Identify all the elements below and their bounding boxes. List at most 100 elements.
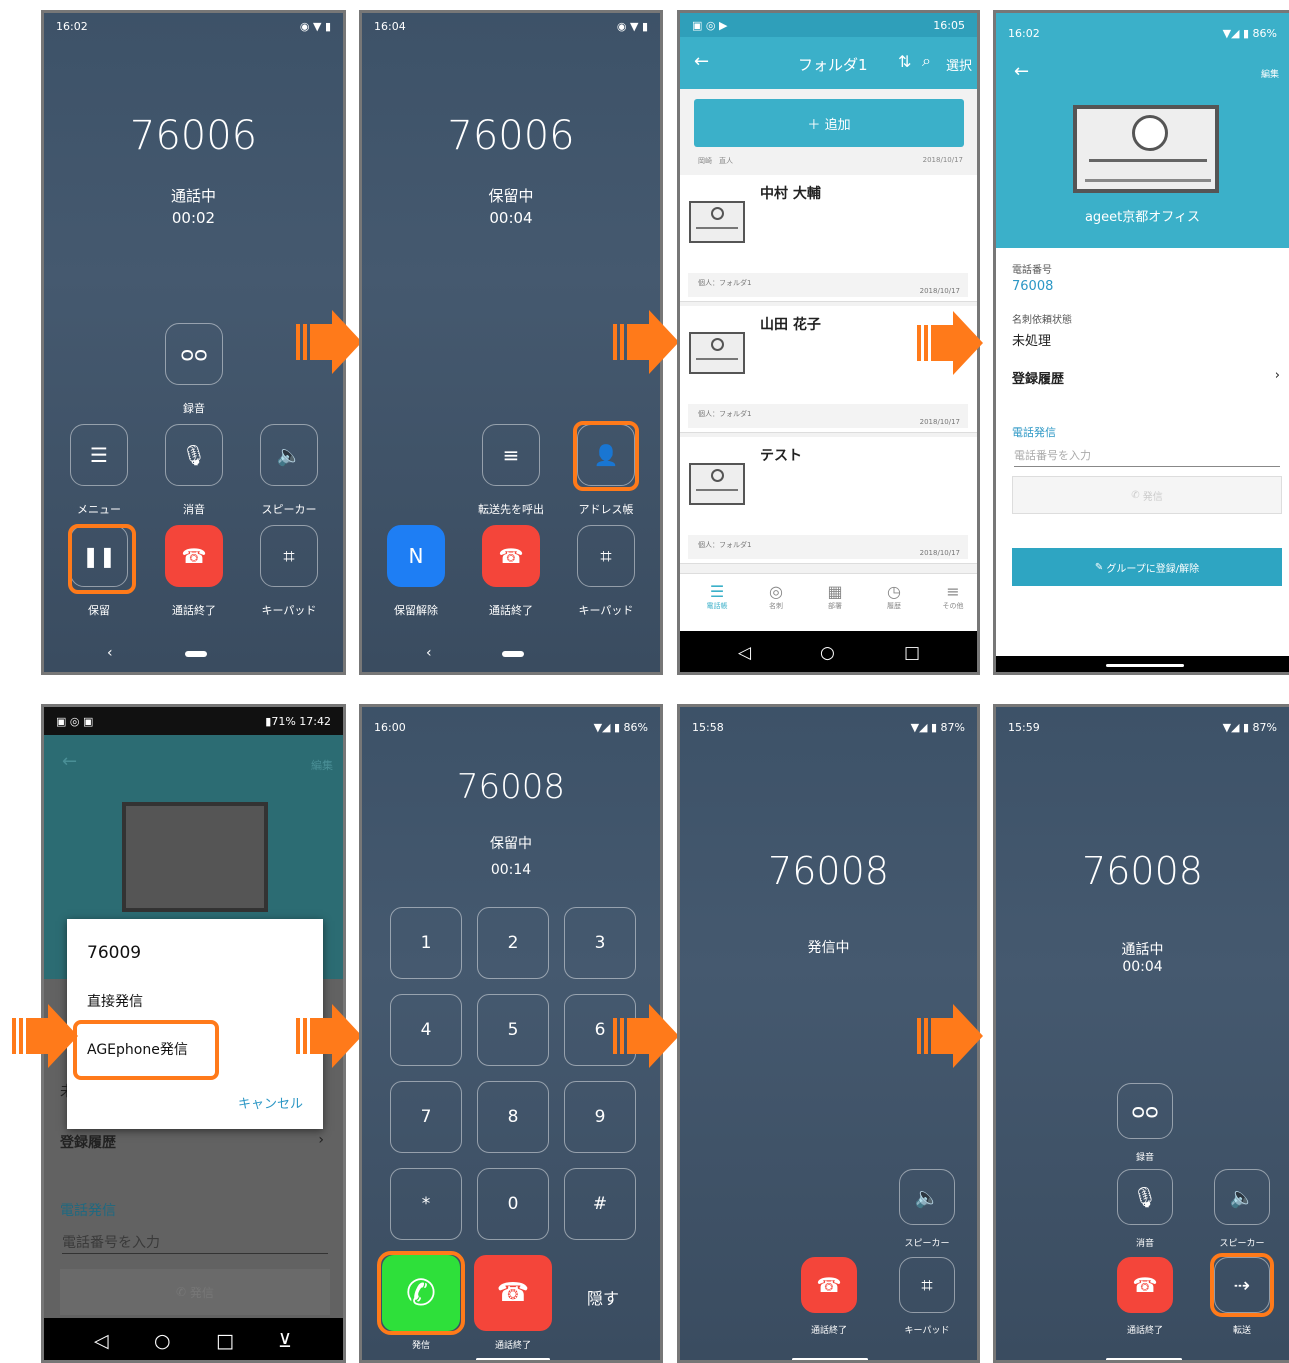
direct-call-option[interactable]: 直接発信 (87, 991, 143, 1011)
hangup-icon: ☎ (496, 1278, 530, 1308)
end-call-button[interactable]: ☎ (165, 525, 223, 587)
home-pill[interactable] (476, 1358, 550, 1360)
bottom-tabs: ☰ 電話帳 ◎ 名刺 ▦ 部署 ◷ 履歴 ≡ その他 (680, 573, 977, 631)
back-nav-icon[interactable]: ‹ (107, 645, 113, 661)
unhold-button[interactable]: N (387, 525, 445, 587)
mute-label: 消音 (183, 503, 205, 516)
nav-recent-icon[interactable]: □ (216, 1330, 234, 1352)
dial-key[interactable]: 2 (477, 907, 549, 979)
phone-input[interactable]: 電話番号を入力 (62, 1232, 328, 1254)
tab-0[interactable]: ☰ 電話帳 (692, 582, 742, 611)
back-arrow-icon[interactable]: ← (1014, 61, 1029, 82)
home-pill[interactable] (1106, 664, 1184, 667)
home-pill[interactable] (185, 651, 207, 657)
dial-key[interactable]: 0 (477, 1168, 549, 1240)
nav-home-icon[interactable]: ○ (154, 1330, 171, 1352)
nav-recent-icon[interactable]: □ (904, 643, 920, 663)
mute-button[interactable]: 🎙 (165, 424, 223, 486)
phone-label: 電話番号 (1012, 265, 1052, 276)
nav-back-icon[interactable]: ◁ (738, 643, 751, 663)
select-button[interactable]: 選択 (946, 55, 972, 74)
hold-label: 保留 (88, 604, 110, 617)
speaker-button[interactable]: 🔈 (1214, 1169, 1270, 1225)
call-number: 76008 (456, 767, 566, 807)
dial-key[interactable]: 8 (477, 1081, 549, 1153)
back-arrow-icon[interactable]: ← (694, 51, 709, 72)
dial-key[interactable]: # (564, 1168, 636, 1240)
speaker-icon: 🔈 (914, 1185, 940, 1209)
call-status: 保留中 (488, 187, 534, 205)
business-card-icon (1073, 105, 1219, 193)
record-button[interactable]: ᴑᴑ (165, 323, 223, 385)
phone-input[interactable]: 電話番号を入力 (1014, 447, 1280, 467)
flow-arrow-icon (296, 310, 362, 374)
speaker-button[interactable]: 🔈 (899, 1169, 955, 1225)
call-timer: 00:02 (171, 209, 216, 227)
history-row[interactable]: 登録履歴 › (1012, 368, 1284, 387)
dial-key[interactable]: 7 (390, 1081, 462, 1153)
tab-1[interactable]: ◎ 名刺 (751, 582, 801, 611)
home-pill[interactable] (502, 651, 524, 657)
business-card-icon (122, 802, 268, 912)
nav-home-icon[interactable]: ○ (820, 643, 835, 663)
record-button[interactable]: ᴑᴑ (1117, 1083, 1173, 1139)
speaker-label: スピーカー (1219, 1239, 1265, 1249)
nav-collapse-icon[interactable]: ⊻ (278, 1330, 292, 1352)
tab-2[interactable]: ▦ 部署 (810, 582, 860, 611)
end-call-button[interactable]: ☎ (482, 525, 540, 587)
keypad-label: キーパッド (261, 604, 317, 617)
dial-key[interactable]: 4 (390, 994, 462, 1066)
flow-arrow-icon (917, 311, 983, 375)
dial-key[interactable]: * (390, 1168, 462, 1240)
voicemail-icon: ᴑᴑ (1131, 1099, 1159, 1123)
home-pill[interactable] (1106, 1358, 1182, 1360)
dial-key[interactable]: 5 (477, 994, 549, 1066)
tab-3[interactable]: ◷ 履歴 (869, 582, 919, 611)
dial-key[interactable]: 3 (564, 907, 636, 979)
sort-icon[interactable]: ⇅ (898, 52, 911, 71)
phone-icon: ✆ (176, 1285, 190, 1299)
speaker-button[interactable]: 🔈 (260, 424, 318, 486)
search-icon[interactable]: ⌕ (922, 51, 931, 71)
call-button[interactable]: ✆ 発信 (1012, 476, 1282, 514)
status-bar: 16:02 ▼◢ ▮ 86% (1008, 26, 1277, 40)
keypad-button[interactable]: ⌗ (577, 525, 635, 587)
mute-button[interactable]: 🎙 (1117, 1169, 1173, 1225)
phone-number-link[interactable]: 76008 (1012, 279, 1053, 294)
call-number: 76006 (447, 113, 575, 159)
back-nav-icon[interactable]: ‹ (426, 645, 432, 661)
dial-key[interactable]: 1 (390, 907, 462, 979)
end-call-button[interactable]: ☎ (801, 1257, 857, 1313)
contact-card[interactable]: 中村 大輔 個人：フォルダ1 2018/10/17 (680, 175, 977, 302)
speaker-icon: 🔈 (1229, 1185, 1255, 1209)
cancel-button[interactable]: キャンセル (238, 1093, 303, 1112)
call-number: 76008 (768, 849, 889, 893)
back-arrow-icon[interactable]: ← (62, 751, 77, 772)
edit-button[interactable]: 編集 (1261, 67, 1279, 80)
contact-card[interactable]: テスト 個人：フォルダ1 2018/10/17 (680, 437, 977, 564)
menu-button[interactable]: ☰ (70, 424, 128, 486)
history-row[interactable]: 登録履歴 › (60, 1132, 328, 1152)
nav-back-icon[interactable]: ◁ (94, 1330, 109, 1352)
tab-4[interactable]: ≡ その他 (928, 582, 977, 611)
group-button[interactable]: ✎ グループに登録/解除 (1012, 548, 1282, 586)
business-card-icon (689, 463, 745, 505)
tab-icon: ▦ (827, 582, 843, 601)
transfer-call-button[interactable]: ≡ (482, 424, 540, 486)
voicemail-icon: ᴑᴑ (180, 342, 208, 366)
keypad-button[interactable]: ⌗ (260, 525, 318, 587)
end-call-button[interactable]: ☎ (474, 1255, 552, 1331)
edit-button[interactable]: 編集 (311, 757, 333, 773)
highlight-frame (1210, 1253, 1274, 1317)
speaker-label: スピーカー (904, 1239, 950, 1249)
add-button[interactable]: ＋ 追加 (694, 99, 964, 147)
call-button[interactable]: ✆ 発信 (60, 1269, 330, 1315)
dial-key[interactable]: 9 (564, 1081, 636, 1153)
home-pill[interactable] (792, 1358, 868, 1360)
hangup-icon: ☎ (498, 544, 524, 568)
end-call-button[interactable]: ☎ (1117, 1257, 1173, 1313)
call-section-label: 電話発信 (60, 1203, 116, 1219)
keypad-button[interactable]: ⌗ (899, 1257, 955, 1313)
hide-button[interactable]: 隠す (587, 1285, 619, 1309)
tab-icon: ≡ (946, 582, 960, 601)
